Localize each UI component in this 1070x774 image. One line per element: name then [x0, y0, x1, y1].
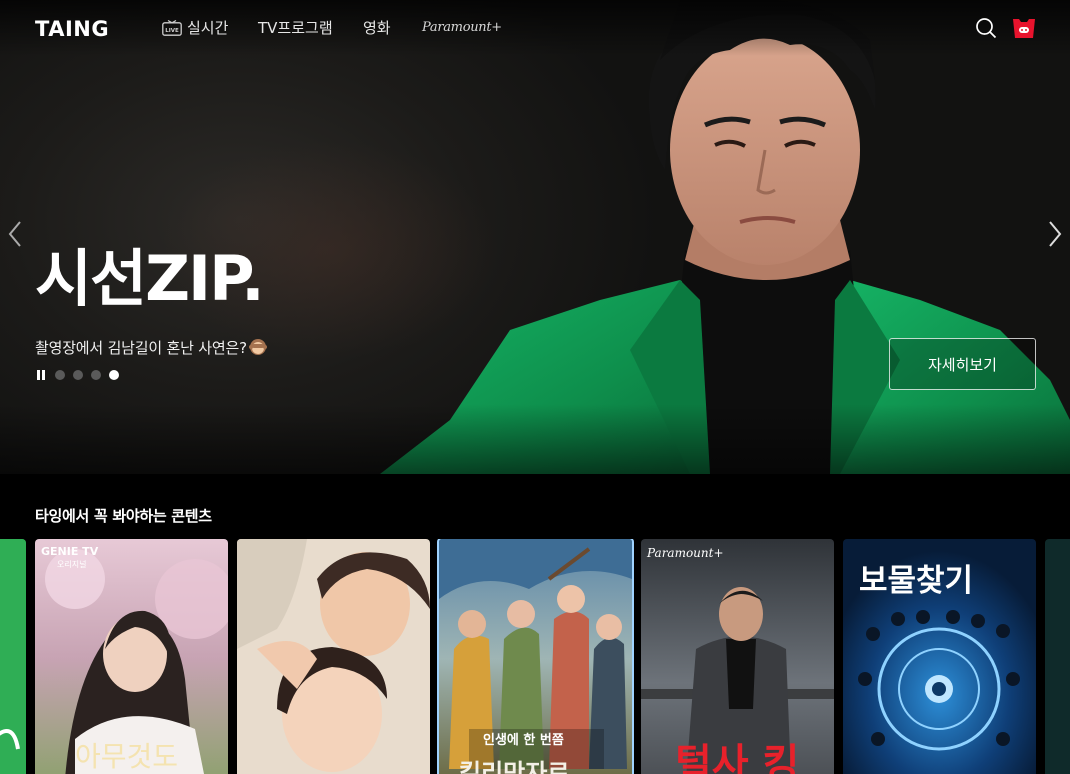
detail-button[interactable]: 자세히보기 — [889, 338, 1036, 390]
poster-art — [237, 539, 430, 774]
hero-image — [380, 0, 1070, 474]
profile-icon[interactable] — [1012, 16, 1036, 40]
svg-text:시선ZIP.: 시선ZIP. — [35, 242, 263, 306]
poster-brand-sub: 오리지널 — [57, 560, 87, 569]
pause-button[interactable] — [36, 370, 46, 380]
slide-indicator-1[interactable] — [55, 370, 65, 380]
top-navigation: TAING LIVE 실시간 TV프로그램 영화 Paramount+ — [0, 0, 1070, 56]
monkey-emoji-icon — [248, 339, 267, 355]
svg-text:LIVE: LIVE — [165, 28, 179, 34]
poster-brand: GENIE TV — [41, 545, 99, 558]
poster-adventure-selected[interactable]: 인생에 한 번쯤 킬리만자로 — [437, 539, 634, 774]
nav-live-label: 실시간 — [187, 19, 229, 37]
poster-couple[interactable] — [237, 539, 430, 774]
poster-art — [1045, 539, 1070, 774]
svg-text:TAING: TAING — [35, 17, 109, 40]
slide-indicator-2[interactable] — [73, 370, 83, 380]
nav-live[interactable]: LIVE 실시간 — [162, 18, 228, 38]
nav-paramount-plus[interactable]: Paramount+ — [422, 18, 502, 38]
taing-logo[interactable]: TAING — [35, 16, 115, 40]
poster-title: 보물찾기 — [859, 563, 974, 599]
previous-slide-arrow-icon[interactable] — [7, 220, 23, 248]
hero-description: 촬영장에서 김남길이 혼난 사연은? — [35, 337, 267, 358]
hero-title-logo: 시선ZIP. — [35, 242, 265, 306]
section-title: 타잉에서 꼭 봐야하는 콘텐츠 — [35, 507, 212, 525]
next-slide-arrow-icon[interactable] — [1047, 220, 1063, 248]
pause-bar — [37, 370, 40, 380]
poster-subtitle: 인생에 한 번쯤 — [483, 733, 564, 748]
hero-banner[interactable]: 시선ZIP. 촬영장에서 김남길이 혼난 사연은? 자세히보기 — [0, 0, 1070, 474]
search-icon[interactable] — [975, 17, 997, 39]
poster-row: GENIE TV 오리지널 아무것도 인생에 한 번쯤 킬리만자로 Paramo… — [0, 539, 1070, 774]
poster-paramount[interactable]: Paramount+ 털사 킹 — [641, 539, 834, 774]
poster-treasure[interactable]: 보물찾기 — [843, 539, 1036, 774]
poster-brand: Paramount+ — [647, 546, 724, 560]
poster-title: 아무것도 — [75, 740, 179, 773]
slide-indicator-4[interactable] — [109, 370, 119, 380]
poster-partial-right[interactable] — [1045, 539, 1070, 774]
tv-live-icon: LIVE — [162, 20, 182, 36]
poster-art — [0, 539, 26, 774]
nav-tv-program[interactable]: TV프로그램 — [258, 18, 333, 38]
slide-indicator-3[interactable] — [91, 370, 101, 380]
poster-genie-tv[interactable]: GENIE TV 오리지널 아무것도 — [35, 539, 228, 774]
hero-fade — [0, 404, 1070, 474]
poster-title: 킬리만자로 — [459, 759, 570, 774]
poster-title: 털사 킹 — [675, 741, 800, 774]
nav-movie[interactable]: 영화 — [363, 18, 391, 38]
pause-bar — [42, 370, 45, 380]
poster-partial-green[interactable] — [0, 539, 26, 774]
